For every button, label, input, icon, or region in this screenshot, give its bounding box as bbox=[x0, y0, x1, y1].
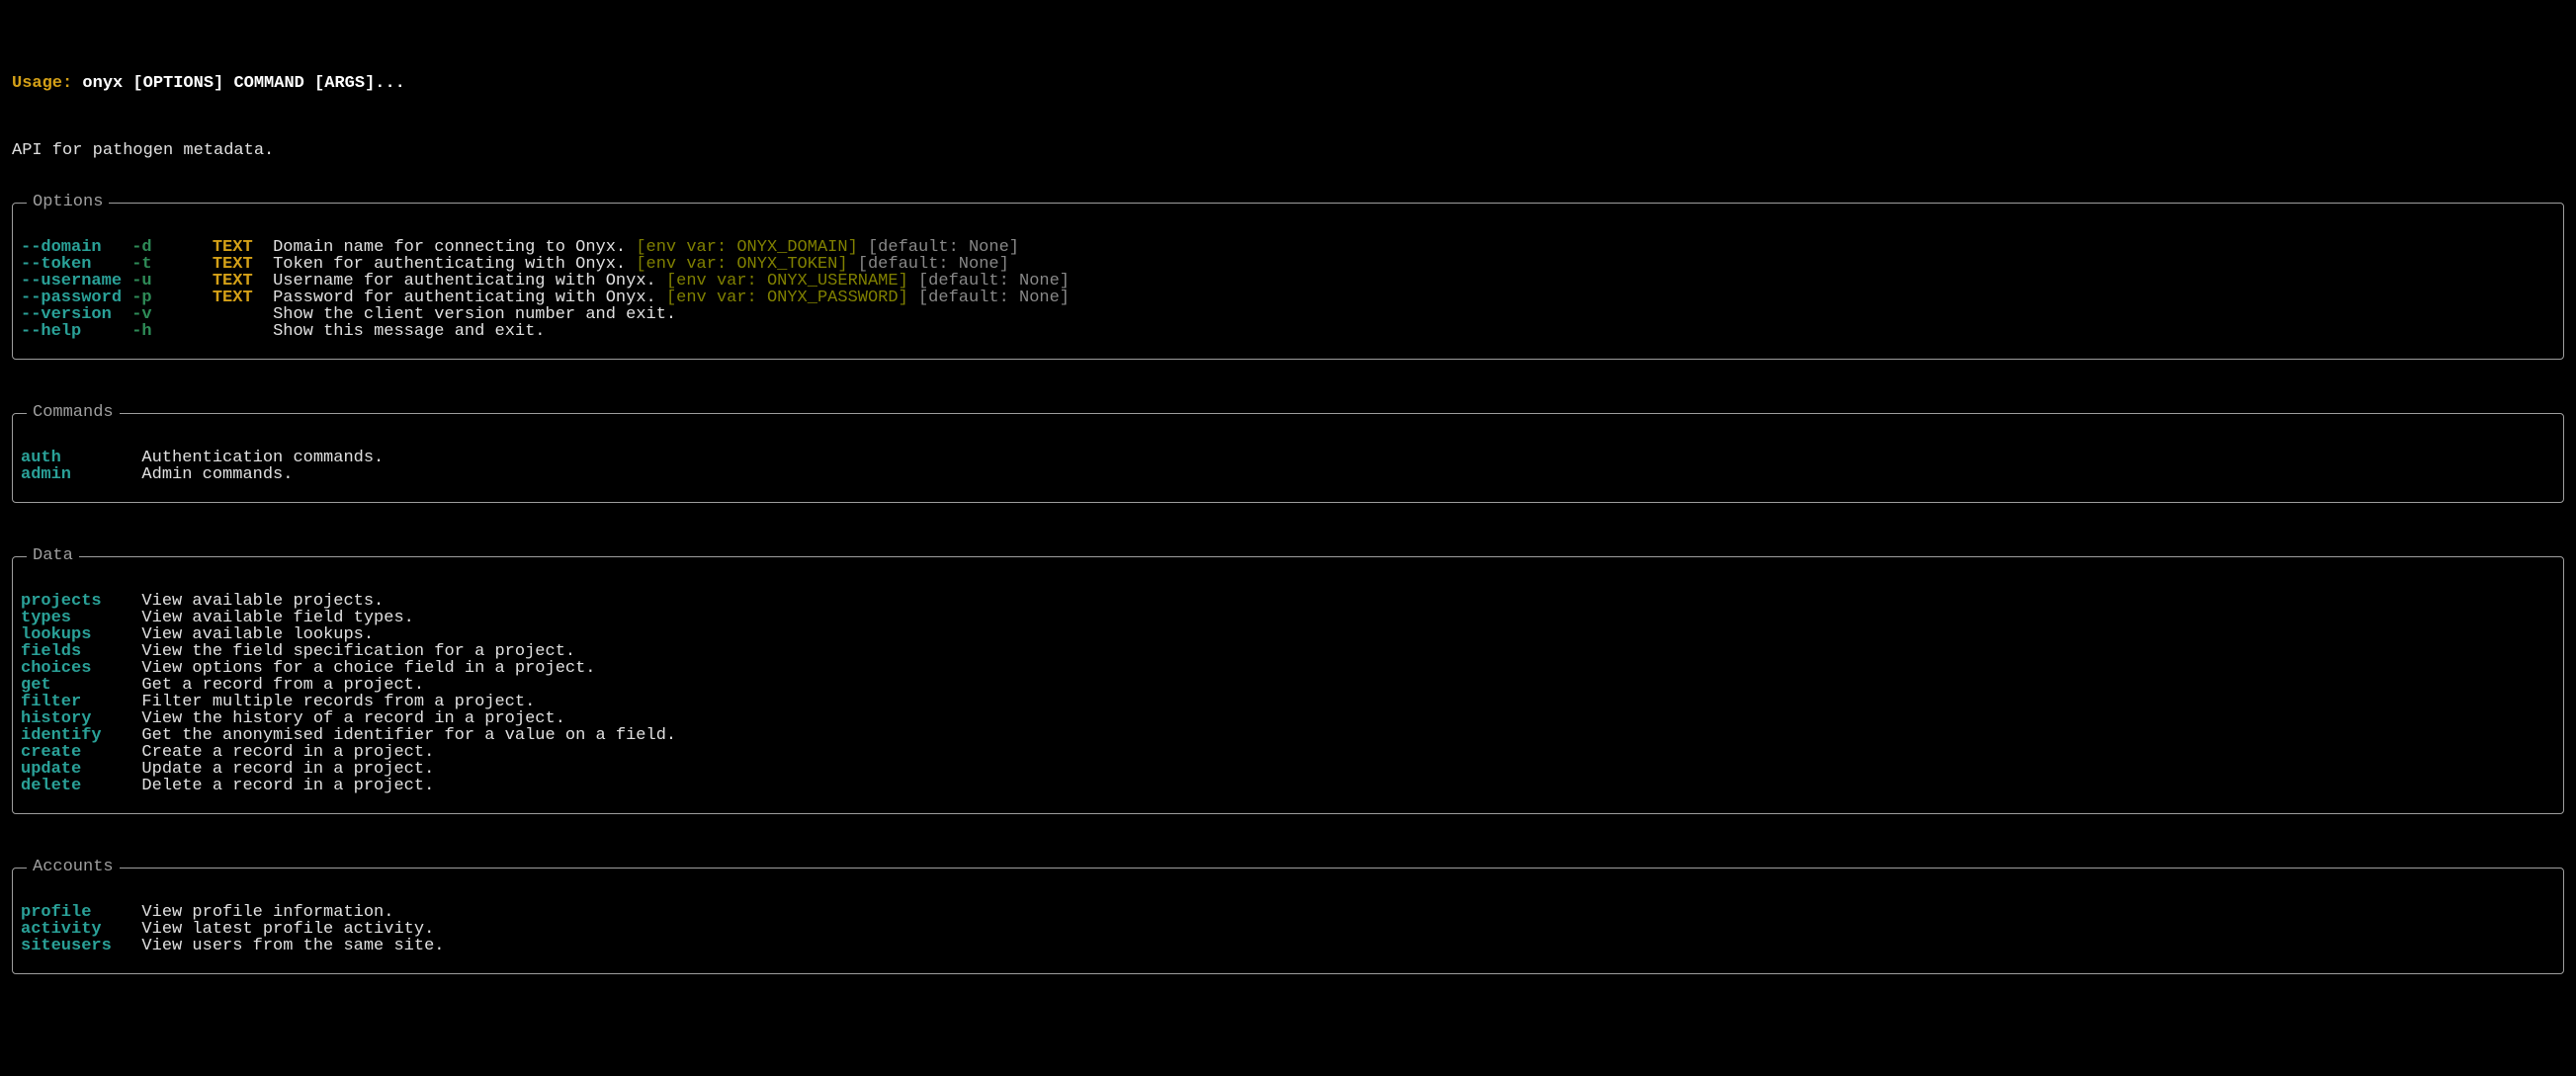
command-row: fields View the field specification for … bbox=[21, 643, 2555, 660]
option-row: --username -u TEXT Username for authenti… bbox=[21, 273, 2555, 290]
command-row: siteusers View users from the same site. bbox=[21, 938, 2555, 954]
command-desc: Admin commands. bbox=[141, 465, 293, 484]
command-row: delete Delete a record in a project. bbox=[21, 778, 2555, 794]
option-short: -h bbox=[131, 322, 213, 341]
command-name: delete bbox=[21, 777, 141, 795]
option-type bbox=[213, 322, 273, 341]
option-row: --token -t TEXT Token for authenticating… bbox=[21, 256, 2555, 273]
command-row: filter Filter multiple records from a pr… bbox=[21, 694, 2555, 710]
usage-text: onyx [OPTIONS] COMMAND [ARGS]... bbox=[72, 74, 405, 93]
description: API for pathogen metadata. bbox=[12, 142, 2564, 159]
command-row: lookups View available lookups. bbox=[21, 626, 2555, 643]
command-desc: View users from the same site. bbox=[141, 937, 444, 955]
options-title: Options bbox=[27, 194, 109, 210]
command-row: auth Authentication commands. bbox=[21, 450, 2555, 466]
option-default: [default: None] bbox=[918, 289, 1070, 307]
accounts-title: Accounts bbox=[27, 859, 120, 875]
option-desc: Show this message and exit. bbox=[273, 322, 545, 341]
command-row: profile View profile information. bbox=[21, 904, 2555, 921]
command-row: create Create a record in a project. bbox=[21, 744, 2555, 761]
command-name: siteusers bbox=[21, 937, 141, 955]
commands-title: Commands bbox=[27, 404, 120, 421]
command-row: types View available field types. bbox=[21, 610, 2555, 626]
commands-box: Commands auth Authentication commands.ad… bbox=[12, 413, 2564, 503]
command-row: identify Get the anonymised identifier f… bbox=[21, 727, 2555, 744]
blank-line bbox=[12, 109, 2564, 125]
option-row: --domain -d TEXT Domain name for connect… bbox=[21, 239, 2555, 256]
option-env: [env var: ONYX_PASSWORD] bbox=[666, 289, 908, 307]
command-name: admin bbox=[21, 465, 141, 484]
data-box: Data projects View available projects.ty… bbox=[12, 556, 2564, 814]
command-row: history View the history of a record in … bbox=[21, 710, 2555, 727]
option-long: --help bbox=[21, 322, 131, 341]
option-row: --password -p TEXT Password for authenti… bbox=[21, 290, 2555, 306]
command-desc: Delete a record in a project. bbox=[141, 777, 434, 795]
command-row: update Update a record in a project. bbox=[21, 761, 2555, 778]
data-title: Data bbox=[27, 547, 79, 564]
usage-label: Usage: bbox=[12, 74, 72, 93]
command-row: activity View latest profile activity. bbox=[21, 921, 2555, 938]
usage-line: Usage: onyx [OPTIONS] COMMAND [ARGS]... bbox=[12, 75, 2564, 92]
command-row: get Get a record from a project. bbox=[21, 677, 2555, 694]
command-row: choices View options for a choice field … bbox=[21, 660, 2555, 677]
option-row: --help -h Show this message and exit. bbox=[21, 323, 2555, 340]
options-box: Options --domain -d TEXT Domain name for… bbox=[12, 203, 2564, 360]
accounts-box: Accounts profile View profile informatio… bbox=[12, 868, 2564, 974]
command-row: admin Admin commands. bbox=[21, 466, 2555, 483]
option-row: --version -v Show the client version num… bbox=[21, 306, 2555, 323]
command-row: projects View available projects. bbox=[21, 593, 2555, 610]
